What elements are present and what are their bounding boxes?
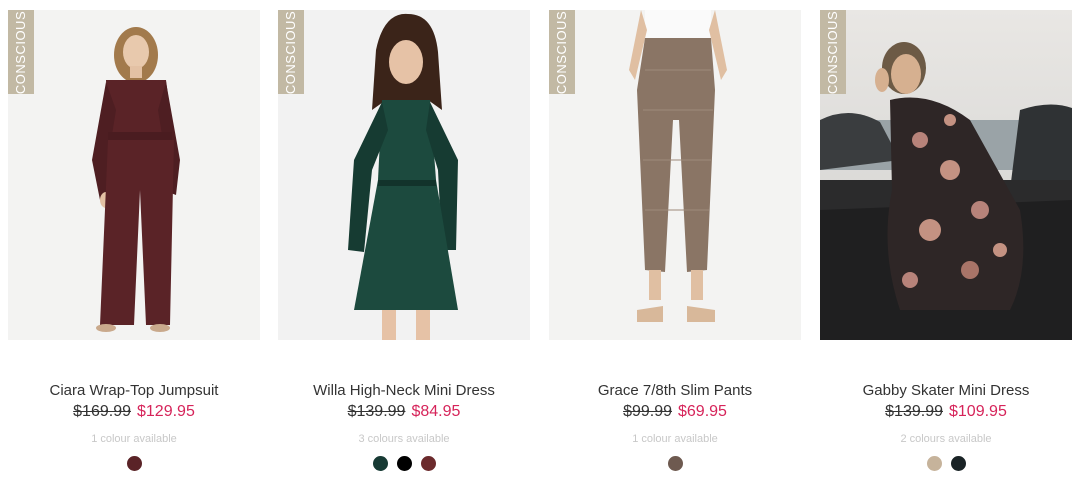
colour-swatches	[549, 456, 801, 471]
product-image[interactable]: CONSCIOUS	[549, 10, 801, 340]
product-prices: $169.99 $129.95	[8, 403, 260, 421]
colour-swatches	[8, 456, 260, 471]
colour-swatches	[820, 456, 1072, 471]
colours-available: 1 colour available	[91, 433, 177, 445]
colour-swatches	[278, 456, 530, 471]
product-image[interactable]: CONSCIOUS	[820, 10, 1072, 340]
product-card[interactable]: CONSCIOUS Gabby Skater Mini Dress $139.9…	[820, 10, 1072, 471]
product-name[interactable]: Willa High-Neck Mini Dress	[278, 382, 530, 399]
conscious-badge: CONSCIOUS	[549, 10, 575, 94]
colour-swatch[interactable]	[950, 456, 966, 471]
colour-swatch[interactable]	[420, 456, 436, 471]
colour-swatch[interactable]	[126, 456, 142, 471]
colours-available: 1 colour available	[632, 433, 718, 445]
product-image[interactable]: CONSCIOUS	[8, 10, 260, 340]
product-photo-skater-dress	[820, 10, 1072, 340]
sale-price: $69.95	[678, 403, 727, 420]
product-photo-pants	[549, 10, 801, 340]
sale-price: $129.95	[137, 403, 195, 420]
colour-swatch[interactable]	[372, 456, 388, 471]
colour-swatch[interactable]	[396, 456, 412, 471]
conscious-badge: CONSCIOUS	[278, 10, 304, 94]
product-prices: $99.99 $69.95	[549, 403, 801, 421]
conscious-badge: CONSCIOUS	[820, 10, 846, 94]
product-photo-mini-dress	[278, 10, 530, 340]
product-name[interactable]: Gabby Skater Mini Dress	[820, 382, 1072, 399]
original-price: $169.99	[73, 403, 131, 420]
original-price: $99.99	[623, 403, 672, 420]
colour-swatch[interactable]	[926, 456, 942, 471]
product-prices: $139.99 $109.95	[820, 403, 1072, 421]
product-name[interactable]: Ciara Wrap-Top Jumpsuit	[8, 382, 260, 399]
original-price: $139.99	[347, 403, 406, 420]
sale-price: $84.95	[411, 403, 461, 420]
product-grid: CONSCIOUS Ciara Wrap-Top Jumpsuit $169.9…	[0, 0, 1080, 491]
product-image[interactable]: CONSCIOUS	[278, 10, 530, 340]
product-card[interactable]: CONSCIOUS Willa High-Neck Mini Dress $13…	[278, 10, 530, 471]
colour-swatch[interactable]	[667, 456, 683, 471]
colours-available: 3 colours available	[358, 433, 450, 445]
product-card[interactable]: CONSCIOUS Ciara Wrap-Top Jumpsuit $169.9…	[8, 10, 260, 471]
conscious-badge: CONSCIOUS	[8, 10, 34, 94]
product-prices: $139.99 $84.95	[278, 403, 530, 421]
product-card[interactable]: CONSCIOUS Grace 7/8th Slim Pants $99.99 $…	[549, 10, 801, 471]
sale-price: $109.95	[949, 403, 1007, 420]
product-photo-jumpsuit	[8, 10, 260, 340]
product-name[interactable]: Grace 7/8th Slim Pants	[549, 382, 801, 399]
colours-available: 2 colours available	[900, 433, 992, 445]
original-price: $139.99	[885, 403, 943, 420]
